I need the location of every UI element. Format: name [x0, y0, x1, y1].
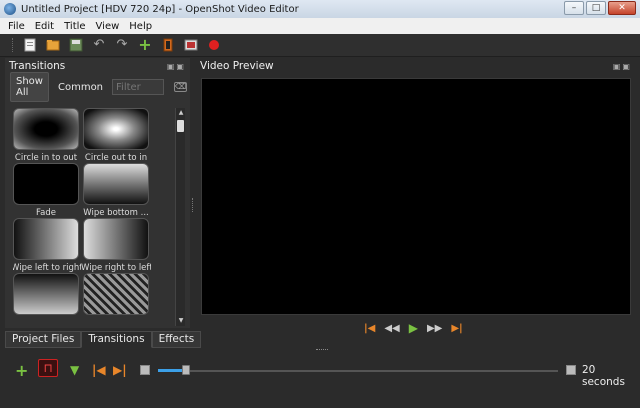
transition-thumbnail: [83, 218, 149, 260]
transition-wipe-right-to-left[interactable]: Wipe right to left: [81, 218, 151, 273]
menu-title[interactable]: Title: [64, 21, 85, 32]
video-preview-panel: Video Preview ▣▣ |◀ ◀◀ ▶ ▶▶ ▶|: [196, 58, 636, 340]
maximize-button[interactable]: □: [586, 1, 606, 15]
snap-magnet-icon[interactable]: ⊓: [38, 359, 58, 377]
video-preview-header: Video Preview ▣▣: [196, 58, 636, 74]
new-project-icon[interactable]: [22, 37, 38, 53]
menu-file[interactable]: File: [8, 21, 25, 32]
add-marker-icon[interactable]: ▼: [70, 363, 79, 377]
previous-marker-icon[interactable]: |◀: [92, 363, 106, 377]
jump-end-icon[interactable]: ▶|: [451, 323, 462, 334]
transition-thumbnail: [13, 163, 79, 205]
transition-label: Circle out to in: [84, 153, 148, 163]
transitions-filter-bar: Show All Common ⌫: [5, 72, 190, 102]
transition-gradient[interactable]: [13, 273, 79, 318]
transitions-panel: Transitions ▣▣ Show All Common ⌫ Circle …: [5, 58, 190, 328]
menu-bar: File Edit Title View Help: [0, 18, 640, 34]
close-button[interactable]: ✕: [608, 1, 636, 15]
toolbar-grip: [12, 38, 15, 52]
main-toolbar: ↶ ↷ +: [0, 34, 640, 57]
undo-icon[interactable]: ↶: [91, 37, 107, 53]
rewind-icon[interactable]: ◀◀: [384, 323, 399, 334]
add-track-icon[interactable]: +: [15, 361, 28, 380]
tab-effects[interactable]: Effects: [151, 331, 202, 348]
transitions-scrollbar[interactable]: ▲ ▼: [175, 108, 185, 326]
zoom-slider-track[interactable]: [158, 370, 558, 372]
transition-thumbnail: [83, 108, 149, 150]
transition-label: Wipe left to right: [13, 263, 81, 273]
dock-controls-icon[interactable]: ▣▣: [613, 62, 632, 71]
zoom-in-icon[interactable]: [566, 365, 576, 375]
menu-edit[interactable]: Edit: [35, 21, 54, 32]
common-tab[interactable]: Common: [53, 79, 108, 96]
window-controls: – □ ✕: [564, 1, 636, 15]
scrollbar-thumb[interactable]: [177, 120, 184, 132]
transition-thumbnail: [13, 218, 79, 260]
window-title: Untitled Project [HDV 720 24p] - OpenSho…: [21, 3, 299, 15]
transition-thumbnail: [83, 273, 149, 315]
save-project-icon[interactable]: [68, 37, 84, 53]
zoom-slider-fill: [158, 369, 182, 372]
vertical-splitter[interactable]: [192, 198, 195, 212]
transition-stripes[interactable]: [83, 273, 149, 318]
transition-label: Wipe right to left: [81, 263, 151, 273]
scroll-down-icon[interactable]: ▼: [177, 317, 185, 325]
scroll-up-icon[interactable]: ▲: [177, 109, 185, 117]
transition-wipe-left-to-right[interactable]: Wipe left to right: [13, 218, 81, 273]
transition-label: Circle in to out: [14, 153, 78, 163]
jump-start-icon[interactable]: |◀: [364, 323, 375, 334]
redo-icon[interactable]: ↷: [114, 37, 130, 53]
transition-circle-in-to-out[interactable]: Circle in to out: [13, 108, 79, 163]
play-icon[interactable]: ▶: [409, 321, 418, 335]
transition-thumbnail: [83, 163, 149, 205]
menu-view[interactable]: View: [96, 21, 120, 32]
window-titlebar: Untitled Project [HDV 720 24p] - OpenSho…: [0, 0, 640, 18]
transition-thumbnail: [13, 108, 79, 150]
left-panel-tabs: Project Files Transitions Effects: [5, 331, 202, 348]
transitions-panel-title: Transitions: [9, 60, 66, 72]
video-preview-title: Video Preview: [200, 60, 274, 72]
tab-project-files[interactable]: Project Files: [5, 331, 82, 348]
openshot-logo-icon: [4, 3, 16, 15]
filter-input[interactable]: [112, 79, 165, 95]
next-marker-icon[interactable]: ▶|: [113, 363, 127, 377]
transition-fade[interactable]: Fade: [13, 163, 79, 218]
open-project-icon[interactable]: [45, 37, 61, 53]
record-icon[interactable]: [206, 37, 222, 53]
export-video-icon[interactable]: [183, 37, 199, 53]
zoom-out-icon[interactable]: [140, 365, 150, 375]
zoom-slider-handle[interactable]: [182, 365, 190, 375]
transition-thumbnail: [13, 273, 79, 315]
transitions-grid: Circle in to out Circle out to in Fade W…: [13, 108, 155, 323]
import-files-icon[interactable]: +: [137, 37, 153, 53]
zoom-level-label: 20 seconds: [582, 364, 625, 388]
minimize-button[interactable]: –: [564, 1, 584, 15]
transition-label: Fade: [36, 208, 56, 218]
clear-filter-icon[interactable]: ⌫: [174, 82, 188, 92]
dock-controls-icon[interactable]: ▣▣: [167, 62, 186, 71]
transition-wipe-bottom[interactable]: Wipe bottom ...: [83, 163, 149, 218]
show-all-tab[interactable]: Show All: [10, 72, 49, 102]
menu-help[interactable]: Help: [129, 21, 152, 32]
fast-forward-icon[interactable]: ▶▶: [427, 323, 442, 334]
tab-transitions[interactable]: Transitions: [81, 331, 152, 348]
transition-circle-out-to-in[interactable]: Circle out to in: [83, 108, 149, 163]
horizontal-splitter[interactable]: [316, 349, 328, 352]
transport-controls: |◀ ◀◀ ▶ ▶▶ ▶|: [364, 321, 463, 335]
profile-icon[interactable]: [160, 37, 176, 53]
transition-label: Wipe bottom ...: [83, 208, 149, 218]
video-preview-canvas[interactable]: [201, 78, 631, 315]
